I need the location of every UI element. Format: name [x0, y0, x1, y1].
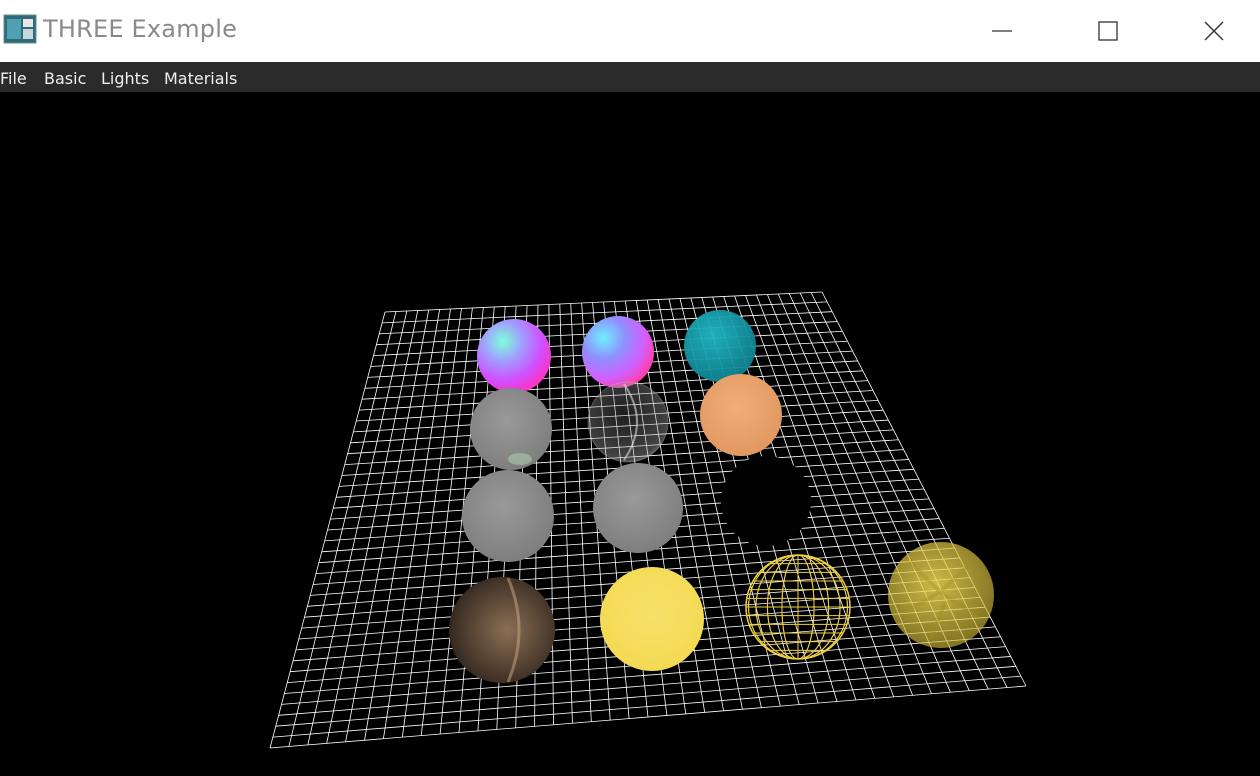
grid-line [269, 685, 1027, 749]
maximize-button[interactable] [1058, 0, 1158, 62]
gray-toon-sphere[interactable] [593, 463, 683, 553]
yellow-basic-sphere[interactable] [600, 567, 704, 671]
normal-material-flat-sphere[interactable] [582, 316, 654, 388]
transparent-glass-sphere[interactable] [587, 381, 669, 463]
minimize-icon [992, 30, 1012, 32]
menu-file[interactable]: File [0, 69, 27, 88]
menu-bar: File Basic Lights Materials [0, 62, 1260, 93]
normal-material-sphere[interactable] [477, 319, 551, 393]
minimize-button[interactable] [952, 0, 1052, 62]
window-title: THREE Example [43, 15, 238, 43]
gray-physical-sphere[interactable] [462, 470, 554, 562]
teal-phong-sphere[interactable] [684, 310, 756, 382]
title-bar[interactable]: THREE Example [0, 0, 1260, 62]
sphere-reflection-highlight [508, 453, 532, 465]
app-icon [3, 14, 37, 44]
close-button[interactable] [1164, 0, 1260, 62]
render-viewport[interactable] [0, 92, 1260, 776]
close-icon [1204, 21, 1224, 41]
yellow-wireframe-sphere[interactable] [745, 554, 851, 660]
textured-wood-sphere[interactable] [449, 577, 555, 683]
scene-canvas[interactable] [0, 92, 1260, 776]
menu-materials[interactable]: Materials [164, 69, 237, 88]
menu-basic[interactable]: Basic [44, 69, 86, 88]
menu-lights[interactable]: Lights [101, 69, 149, 88]
orange-lambert-sphere[interactable] [700, 374, 782, 456]
black-depth-sphere[interactable] [721, 456, 811, 546]
maximize-icon [1098, 21, 1118, 41]
